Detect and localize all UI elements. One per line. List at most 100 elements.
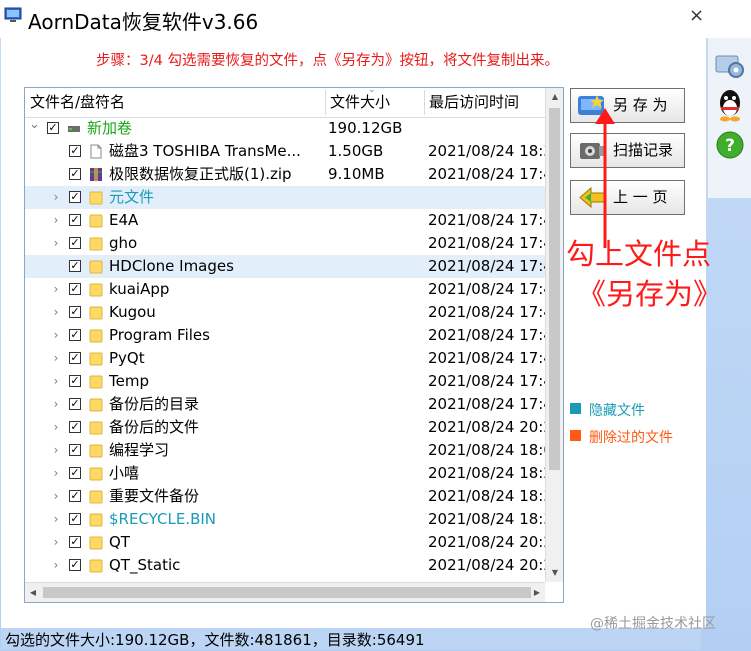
- table-row[interactable]: › ✓ 重要文件备份 2021/08/24 18:3: [25, 485, 545, 508]
- row-checkbox[interactable]: ✓: [69, 283, 81, 295]
- row-checkbox[interactable]: ✓: [69, 398, 81, 410]
- expand-chevron-icon[interactable]: ›: [51, 531, 61, 554]
- row-time: 2021/08/24 20:2: [428, 533, 545, 551]
- row-checkbox[interactable]: ✓: [69, 260, 81, 272]
- close-button[interactable]: ×: [689, 5, 704, 26]
- row-name: kuaiApp: [109, 280, 170, 298]
- row-checkbox[interactable]: ✓: [69, 375, 81, 387]
- expand-chevron-icon[interactable]: ›: [51, 508, 61, 531]
- vertical-scrollbar[interactable]: ▲ ▼: [545, 88, 563, 582]
- row-name: Program Files: [109, 326, 210, 344]
- table-row[interactable]: › ✓ Temp 2021/08/24 17:4: [25, 370, 545, 393]
- row-checkbox[interactable]: ✓: [69, 168, 81, 180]
- horizontal-scroll-thumb[interactable]: [43, 587, 531, 598]
- table-row[interactable]: › ✓ Program Files 2021/08/24 17:4: [25, 324, 545, 347]
- expand-chevron-icon[interactable]: ›: [51, 370, 61, 393]
- row-checkbox[interactable]: ✓: [69, 237, 81, 249]
- table-row[interactable]: › ✓ QT 2021/08/24 20:2: [25, 531, 545, 554]
- expand-chevron-icon[interactable]: ›: [51, 301, 61, 324]
- table-row[interactable]: › ✓ $RECYCLE.BIN 2021/08/24 18:3: [25, 508, 545, 531]
- expand-chevron-icon[interactable]: ›: [51, 439, 61, 462]
- row-name: $RECYCLE.BIN: [109, 510, 217, 528]
- table-row[interactable]: ✓ 极限数据恢复正式版(1).zip 9.10MB 2021/08/24 17:4: [25, 163, 545, 186]
- expand-chevron-icon[interactable]: ›: [51, 209, 61, 232]
- row-checkbox[interactable]: ✓: [69, 467, 81, 479]
- expand-chevron-icon[interactable]: ›: [51, 485, 61, 508]
- row-time: 2021/08/24 18:3: [428, 510, 545, 528]
- scroll-up-arrow-icon[interactable]: ▲: [546, 88, 563, 106]
- expand-chevron-icon[interactable]: ›: [51, 278, 61, 301]
- row-checkbox[interactable]: ✓: [69, 145, 81, 157]
- expand-chevron-icon[interactable]: ›: [51, 232, 61, 255]
- table-row[interactable]: › ✓ 元文件: [25, 186, 545, 209]
- scroll-right-arrow-icon[interactable]: ▶: [529, 583, 545, 602]
- table-row[interactable]: ✓ 磁盘3 TOSHIBA TransMe... 1.50GB 2021/08/24 …: [25, 140, 545, 163]
- column-header-name[interactable]: 文件名/盘符名: [25, 88, 325, 117]
- row-name: 元文件: [109, 188, 155, 206]
- row-checkbox[interactable]: ✓: [69, 444, 81, 456]
- scroll-down-arrow-icon[interactable]: ▼: [546, 564, 563, 582]
- expand-chevron-icon[interactable]: ›: [51, 554, 61, 577]
- table-row[interactable]: › ✓ Kugou 2021/08/24 17:4: [25, 301, 545, 324]
- row-time: 2021/08/24 18:0: [428, 441, 545, 459]
- table-row[interactable]: ⌄ ✓ 新加卷 190.12GB: [25, 117, 545, 140]
- scroll-left-arrow-icon[interactable]: ◀: [25, 583, 41, 602]
- vertical-scroll-thumb[interactable]: [549, 108, 560, 470]
- row-checkbox[interactable]: ✓: [69, 513, 81, 525]
- settings-icon[interactable]: [714, 50, 746, 80]
- table-row[interactable]: ✓ HDClone Images 2021/08/24 17:4: [25, 255, 545, 278]
- expand-chevron-icon[interactable]: ›: [51, 393, 61, 416]
- expand-chevron-icon[interactable]: ›: [51, 324, 61, 347]
- column-header-time[interactable]: 最后访问时间: [424, 88, 545, 117]
- qq-icon[interactable]: [716, 88, 744, 122]
- table-row[interactable]: › ✓ 编程学习 2021/08/24 18:0: [25, 439, 545, 462]
- annotation-text-line1: 勾上文件点: [566, 237, 712, 271]
- help-icon[interactable]: ?: [715, 130, 745, 160]
- row-checkbox[interactable]: ✓: [69, 490, 81, 502]
- row-time: [428, 186, 545, 209]
- row-name: PyQt: [109, 349, 145, 367]
- row-name: 磁盘3 TOSHIBA TransMe...: [109, 142, 301, 160]
- row-checkbox[interactable]: ✓: [69, 306, 81, 318]
- row-size: [328, 278, 422, 301]
- row-checkbox[interactable]: ✓: [69, 421, 81, 433]
- save-as-button[interactable]: 另 存 为: [570, 88, 685, 123]
- window-title: AornData恢复软件v3.66: [28, 10, 259, 34]
- table-row[interactable]: › ✓ E4A 2021/08/24 17:4: [25, 209, 545, 232]
- step-instruction: 步骤：3/4 勾选需要恢复的文件，点《另存为》按钮，将文件复制出来。: [96, 53, 559, 69]
- row-time: 2021/08/24 17:4: [428, 234, 545, 252]
- scan-record-button[interactable]: 扫描记录: [570, 133, 685, 168]
- row-checkbox[interactable]: ✓: [69, 352, 81, 364]
- hidden-file-legend: 隐藏文件: [589, 403, 645, 419]
- save-as-label: 另 存 为: [613, 96, 668, 114]
- row-size: [328, 232, 422, 255]
- row-checkbox[interactable]: ✓: [69, 536, 81, 548]
- row-checkbox[interactable]: ✓: [69, 214, 81, 226]
- table-row[interactable]: › ✓ gho 2021/08/24 17:4: [25, 232, 545, 255]
- row-checkbox[interactable]: ✓: [69, 559, 81, 571]
- collapse-chevron-icon[interactable]: ⌄: [29, 117, 40, 140]
- row-size: 1.50GB: [328, 142, 384, 160]
- table-row[interactable]: › ✓ kuaiApp 2021/08/24 17:4: [25, 278, 545, 301]
- table-row[interactable]: › ✓ PyQt 2021/08/24 17:4: [25, 347, 545, 370]
- previous-page-button[interactable]: 上 一 页: [570, 180, 685, 215]
- table-row[interactable]: › ✓ 备份后的目录 2021/08/24 17:4: [25, 393, 545, 416]
- row-name: Kugou: [109, 303, 156, 321]
- row-checkbox[interactable]: ✓: [69, 191, 81, 203]
- row-checkbox[interactable]: ✓: [69, 329, 81, 341]
- row-name: 极限数据恢复正式版(1).zip: [109, 165, 292, 183]
- folder-icon: [89, 260, 103, 274]
- table-header: 文件名/盘符名 文件大小 ⌄ 最后访问时间: [25, 88, 545, 118]
- row-size: [328, 347, 422, 370]
- row-checkbox[interactable]: ✓: [47, 122, 59, 134]
- row-size: [328, 370, 422, 393]
- expand-chevron-icon[interactable]: ›: [51, 462, 61, 485]
- row-time: 2021/08/24 18:3: [428, 142, 545, 160]
- table-row[interactable]: › ✓ QT_Static 2021/08/24 20:2: [25, 554, 545, 577]
- expand-chevron-icon[interactable]: ›: [51, 416, 61, 439]
- expand-chevron-icon[interactable]: ›: [51, 347, 61, 370]
- table-row[interactable]: › ✓ 备份后的文件 2021/08/24 20:2: [25, 416, 545, 439]
- table-row[interactable]: › ✓ 小嘻 2021/08/24 18:2: [25, 462, 545, 485]
- expand-chevron-icon[interactable]: ›: [51, 186, 61, 209]
- horizontal-scrollbar[interactable]: ◀ ▶: [25, 582, 545, 602]
